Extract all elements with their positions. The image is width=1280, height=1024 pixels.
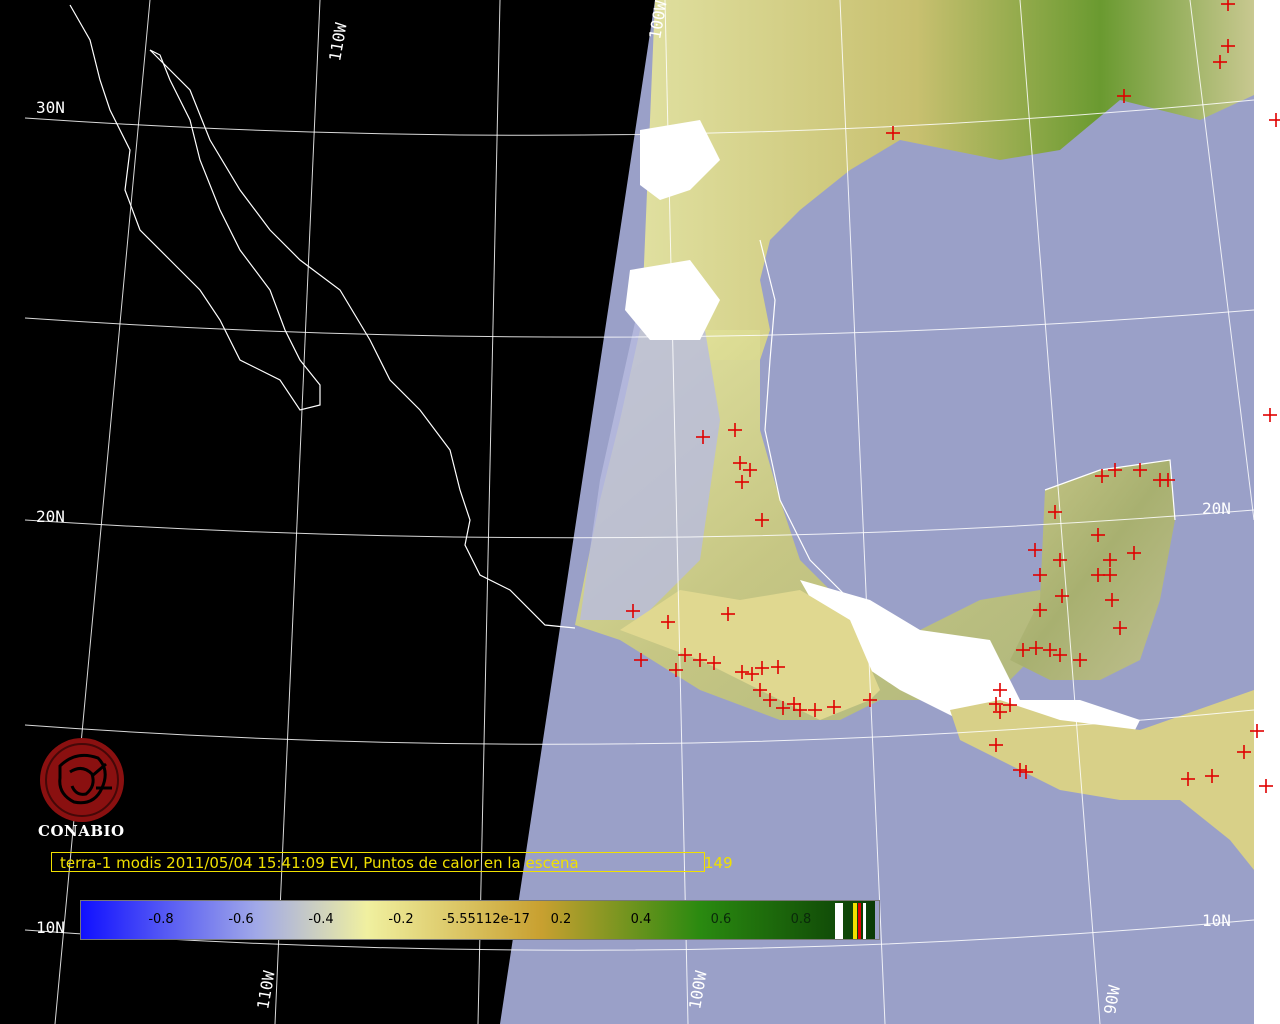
scene-caption: terra-1 modis 2011/05/04 15:41:09 EVI, P… xyxy=(51,852,733,872)
right-border xyxy=(1254,0,1280,1024)
colorbar-tick-0: -0.8 xyxy=(148,912,174,927)
colorbar-tick-4: -5.55112e-17 xyxy=(442,912,530,927)
scene-caption-text: terra-1 modis 2011/05/04 15:41:09 EVI, P… xyxy=(60,854,579,872)
lat-label-20n: 20N xyxy=(36,507,65,526)
evi-colorbar: -0.8 -0.6 -0.4 -0.2 -5.55112e-17 0.2 0.4… xyxy=(80,900,880,940)
coastline-mexico-mainland xyxy=(149,49,576,629)
colorbar-tick-2: -0.4 xyxy=(308,912,334,927)
colorbar-tick-3: -0.2 xyxy=(388,912,414,927)
colorbar-tick-8: 0.8 xyxy=(790,912,812,927)
colorbar-white-stripe xyxy=(835,903,843,939)
colorbar-red-stripe xyxy=(858,903,861,939)
coastline-baja-california xyxy=(69,4,321,411)
logo-label: CONABIO xyxy=(38,822,125,840)
lat-label-30n: 30N xyxy=(36,98,65,117)
colorbar-yellow-stripe xyxy=(853,903,857,939)
colorbar-white-stripe-2 xyxy=(863,903,866,939)
colorbar-tick-6: 0.4 xyxy=(630,912,652,927)
lon-label-110w-top: 110W xyxy=(325,21,350,63)
colorbar-tick-1: -0.6 xyxy=(228,912,254,927)
lat-label-10n: 10N xyxy=(36,918,65,937)
colorbar-tick-7: 0.6 xyxy=(710,912,732,927)
lon-label-110w-bottom: 110W xyxy=(253,969,278,1011)
lat-label-20n-east: 20N xyxy=(1202,499,1231,518)
lat-label-10n-east: 10N xyxy=(1202,911,1231,930)
satellite-map-view: 30N 20N 10N 20N 10N 110W 100W 110W 100W … xyxy=(0,0,1280,1024)
colorbar-tick-5: 0.2 xyxy=(550,912,572,927)
hotspot-count: 149 xyxy=(704,854,733,872)
